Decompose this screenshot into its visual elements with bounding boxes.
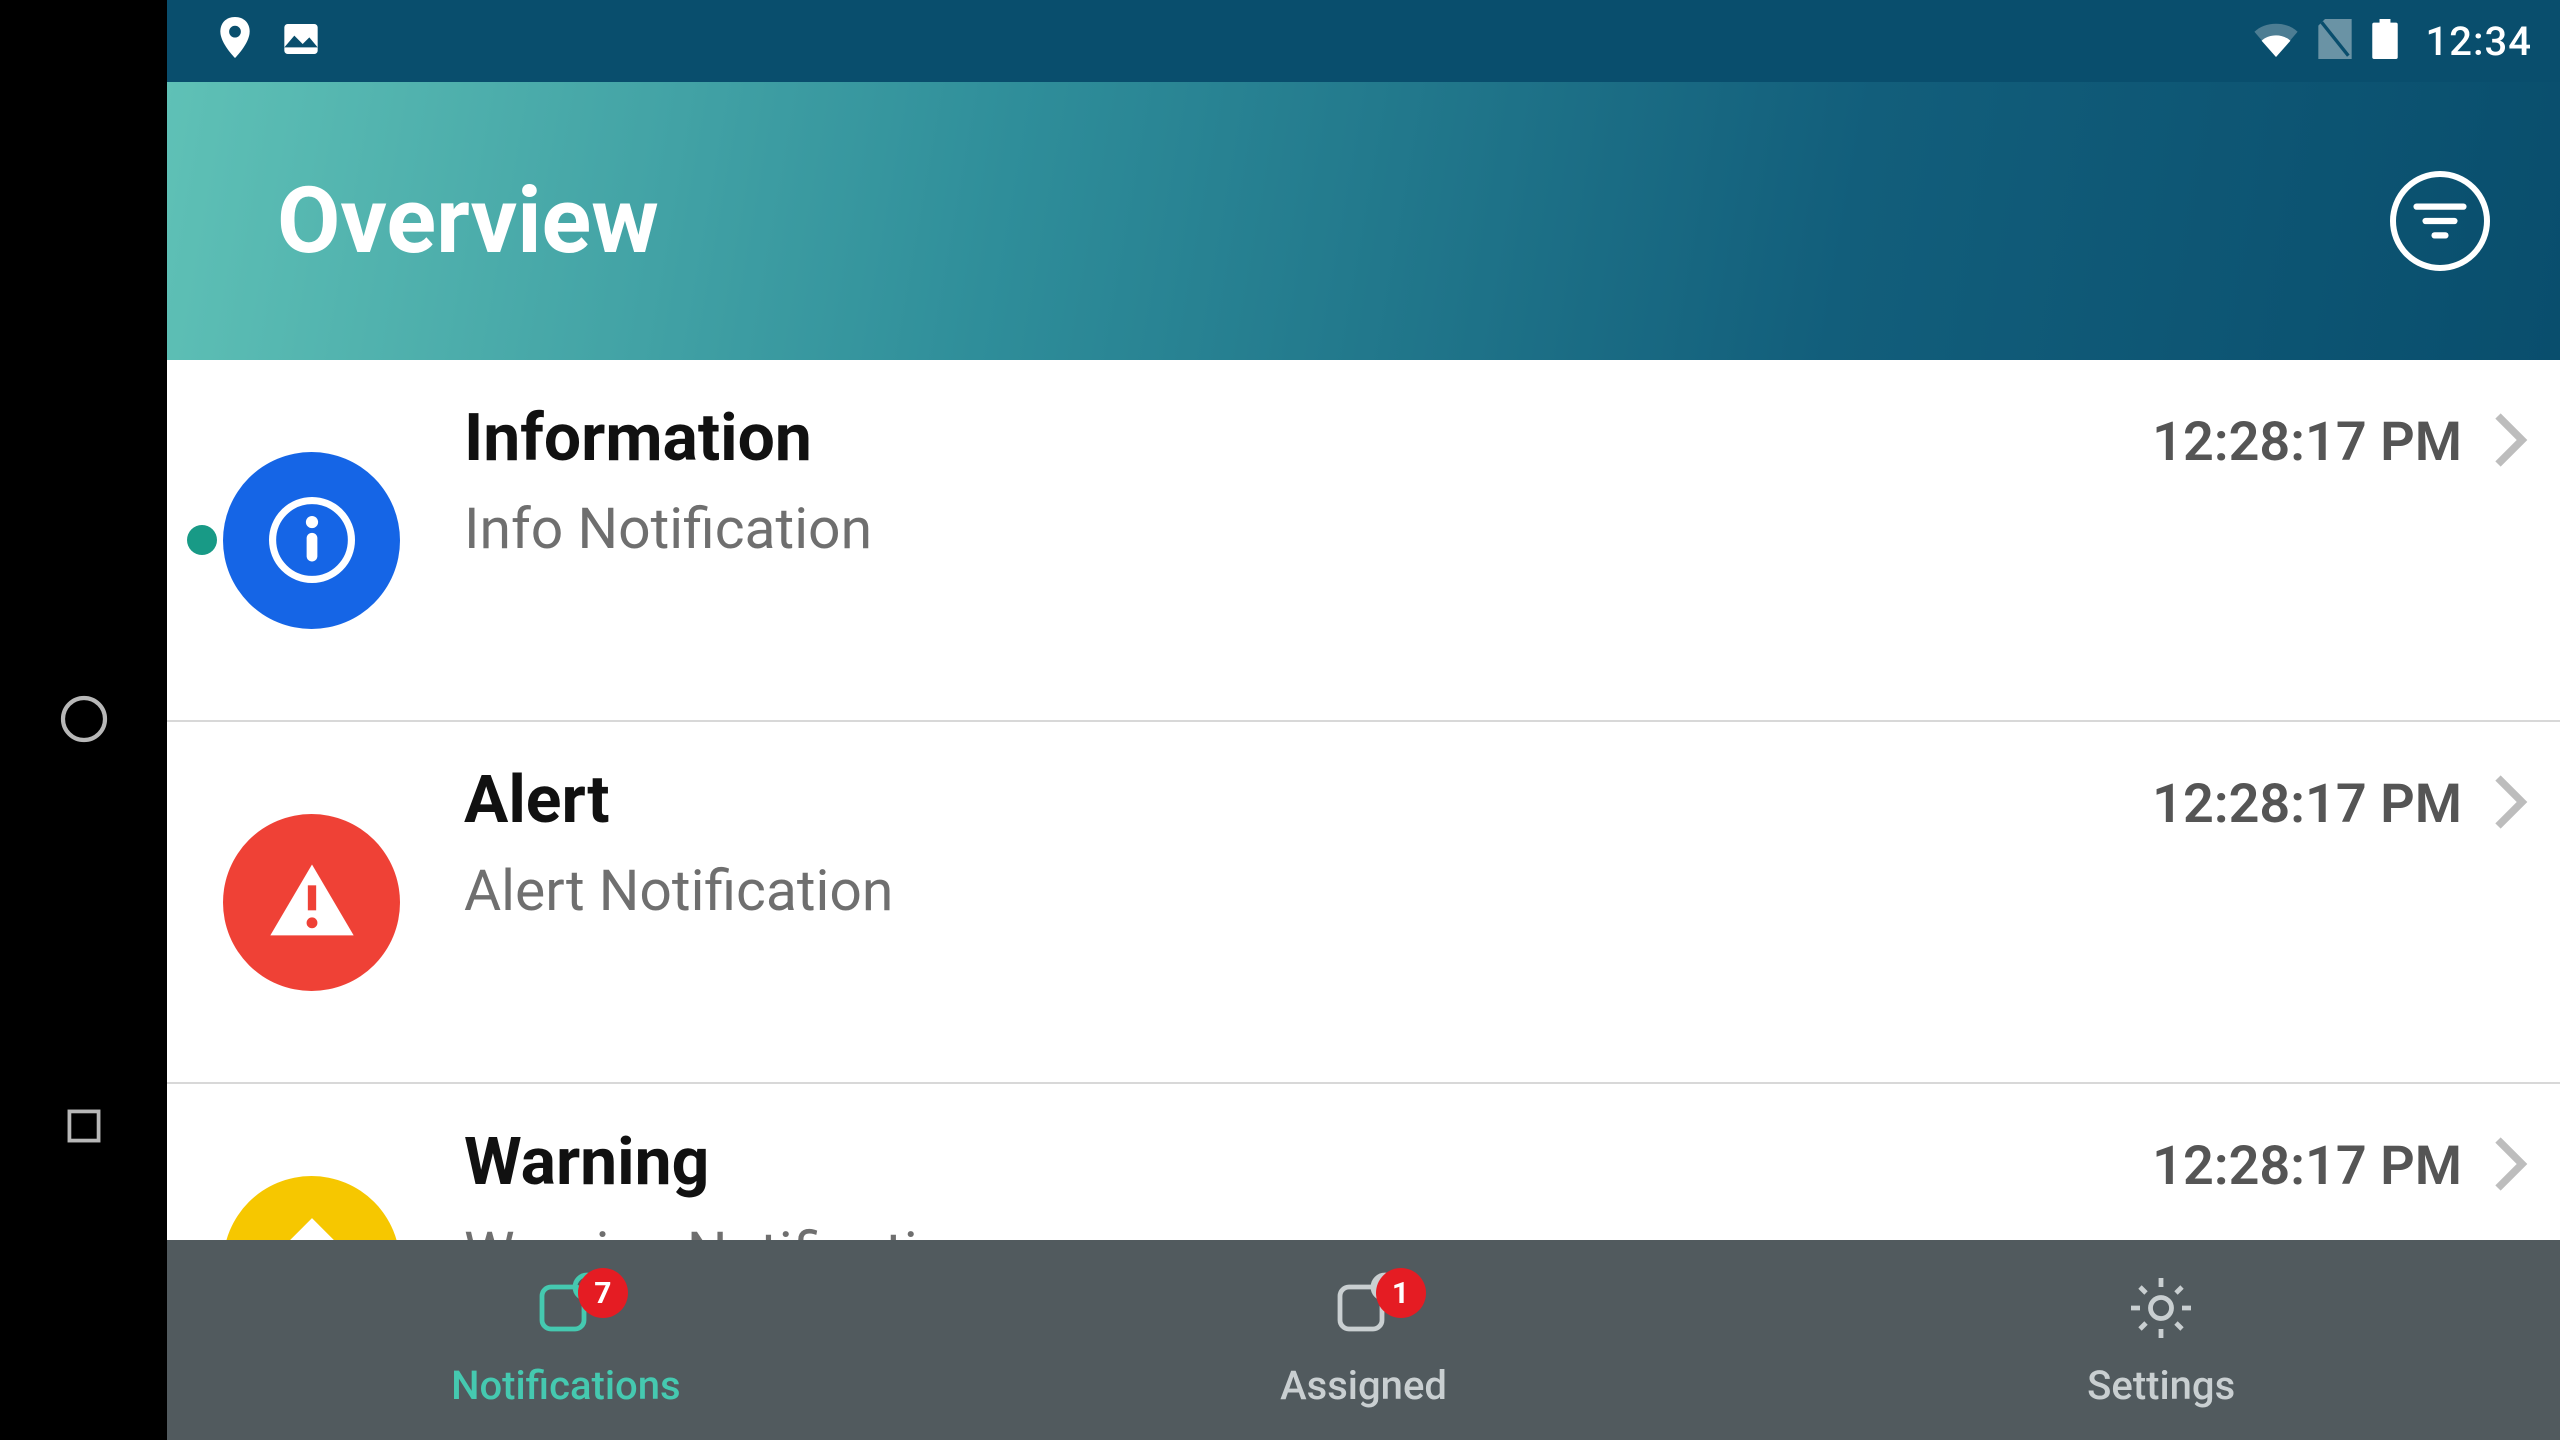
notification-row-information[interactable]: Information Info Notification 12:28:17 P…: [167, 360, 2560, 722]
notification-time: 12:28:17 PM: [2152, 773, 2462, 836]
app-header: Overview: [167, 82, 2560, 360]
recent-apps-icon[interactable]: [59, 1101, 109, 1155]
status-clock: 12:34: [2426, 18, 2532, 65]
tab-notifications[interactable]: Notifications 7: [167, 1240, 965, 1440]
battery-icon: [2372, 19, 2398, 63]
chevron-right-icon: [2490, 1134, 2530, 1198]
notification-subtitle: Info Notification: [464, 495, 2152, 562]
notification-title: Alert: [464, 762, 2152, 839]
notification-time: 12:28:17 PM: [2152, 411, 2462, 474]
unread-dot-icon: [187, 887, 217, 917]
unread-dot-icon: [187, 525, 217, 555]
info-icon: [223, 452, 400, 629]
notification-row-alert[interactable]: Alert Alert Notification 12:28:17 PM: [167, 722, 2560, 1084]
notification-subtitle: Warning Notification: [464, 1219, 2152, 1240]
tab-badge: 7: [578, 1268, 628, 1318]
notification-row-warning[interactable]: Warning Warning Notification 12:28:17 PM: [167, 1084, 2560, 1240]
tab-assigned[interactable]: Assigned 1: [965, 1240, 1763, 1440]
image-icon: [281, 19, 321, 63]
warning-icon: [223, 1176, 400, 1241]
chevron-right-icon: [2490, 772, 2530, 836]
wifi-icon: [2254, 21, 2298, 61]
chevron-right-icon: [2490, 410, 2530, 474]
bottom-tab-bar: Notifications 7 Assigned 1: [167, 1240, 2560, 1440]
notification-title: Warning: [464, 1124, 2152, 1201]
back-icon[interactable]: [58, 285, 110, 341]
page-title: Overview: [277, 168, 659, 275]
location-bell-icon: [217, 17, 253, 65]
notification-time: 12:28:17 PM: [2152, 1135, 2462, 1198]
tab-settings[interactable]: Settings: [1762, 1240, 2560, 1440]
status-bar: 12:34: [167, 0, 2560, 82]
gear-icon: [2125, 1272, 2197, 1348]
no-sim-icon: [2318, 19, 2352, 63]
tab-label: Assigned: [1280, 1362, 1447, 1409]
notification-list: Information Info Notification 12:28:17 P…: [167, 360, 2560, 1240]
filter-button[interactable]: [2390, 171, 2490, 271]
tab-label: Settings: [2087, 1362, 2235, 1409]
alert-icon: [223, 814, 400, 991]
notification-title: Information: [464, 400, 2152, 477]
tab-label: Notifications: [451, 1362, 680, 1409]
home-icon[interactable]: [56, 691, 112, 751]
tab-badge: 1: [1376, 1268, 1426, 1318]
notification-subtitle: Alert Notification: [464, 857, 2152, 924]
android-nav-rail: [0, 0, 167, 1440]
